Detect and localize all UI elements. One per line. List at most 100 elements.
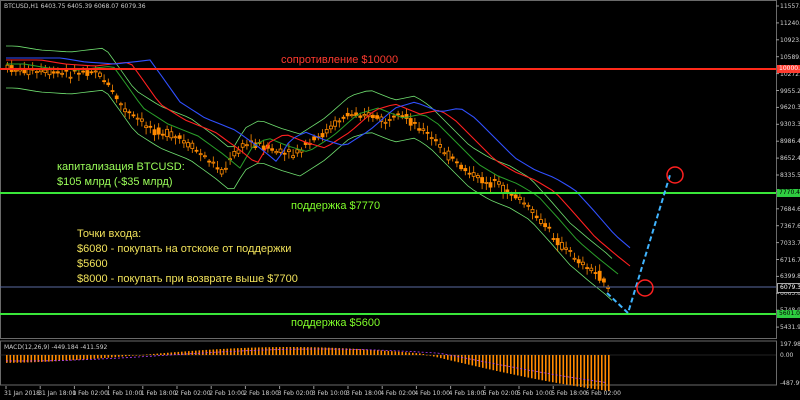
candle [433,139,438,142]
macd-bar [356,348,358,355]
macd-bar [76,355,78,360]
price-chart[interactable] [0,0,800,400]
macd-axis-label: -487.999 [780,380,800,387]
macd-bar [562,355,565,385]
macd-bar [191,350,194,355]
macd-bar [293,347,295,355]
candle [295,149,300,154]
macd-bar [468,355,470,365]
candle [131,114,136,117]
time-axis-label: 1 Feb 10:00 [106,390,143,397]
candle [560,242,564,250]
price-axis-label: 10589.15 [780,53,800,61]
candle [539,219,543,224]
price-axis-label: 7367.65 [780,222,800,230]
entry-line-3: $8000 - покупать при возврате выше $7700 [77,273,298,285]
price-axis-label: 11557.00 [780,3,800,10]
macd-bar [240,348,243,355]
candle [501,184,506,194]
candle [362,114,367,117]
macd-bar [317,347,320,355]
candle [572,257,577,260]
macd-bar [475,355,477,367]
support-7770-label: поддержка $7770 [291,200,381,212]
candle [219,169,224,175]
macd-bar [289,347,292,355]
target-circle [666,166,684,184]
macd-bar [153,353,155,355]
macd-bar [366,349,369,355]
candle [110,90,115,92]
candle [39,69,43,73]
candle [232,151,237,157]
candle [602,278,606,283]
macd-bar [198,350,201,355]
candle [5,64,10,69]
macd-bar [142,354,145,356]
candle [446,150,451,161]
candle [26,68,31,76]
macd-bar [412,352,414,355]
candle [530,208,535,213]
macd-bar [296,347,299,355]
candle [127,111,132,114]
macd-axis-label: 197.984 [780,341,800,348]
price-axis-label: 5431.95 [780,324,800,332]
macd-bar [471,355,474,366]
macd-bar [86,355,89,360]
candle [286,149,291,153]
price-axis-label: 10923.10 [780,36,800,44]
macd-bar [604,355,607,391]
macd-bar [419,353,421,355]
candle [606,286,610,289]
time-axis-label: 2 Feb 10:00 [209,390,245,397]
macd-label: MACD(12,26,9) -449.184 -411.592 [4,344,108,351]
candle [152,129,157,136]
macd-axis-label: 0.00 [780,352,794,359]
candle [160,133,165,136]
candle [417,128,422,131]
macd-bar [545,355,547,381]
macd-bar [272,347,274,355]
candle [471,172,476,177]
macd-bar [328,347,330,355]
candle [320,133,325,138]
macd-bar [496,355,498,371]
macd-bar [300,347,302,355]
macd-bar [216,349,218,355]
macd-bar [583,355,586,388]
macd-bar [167,352,169,355]
macd-bar [111,355,113,358]
price-tag: 10000.00 [777,65,800,73]
candle [543,223,547,228]
candle [181,140,186,144]
time-axis-label: 5 Feb 10:00 [517,390,553,397]
chart-window[interactable]: BTCUSD,H1 6403.75 6405.39 6068.07 6079.3… [0,0,800,400]
candle [324,129,329,134]
resistance-label: сопротивление $10000 [281,54,399,66]
candle [278,148,283,153]
candle [488,182,493,188]
macd-bar [261,347,264,355]
entry-title: Точки входа: [77,228,142,240]
candle [358,115,363,118]
candle [345,112,350,117]
macd-bar [559,355,561,384]
candle [102,80,106,83]
macd-bar [422,354,425,355]
candle [165,128,170,138]
macd-bar [121,355,124,357]
candle [333,120,338,127]
candle [518,196,522,201]
macd-bar [433,355,435,357]
macd-bar [286,347,288,355]
candle [551,238,556,240]
macd-bar [139,355,141,356]
macd-bar [457,355,460,363]
time-axis-label: 4 Feb 18:00 [448,390,485,397]
cap-label-line2: $105 млрд (-$35 млрд) [57,176,173,188]
macd-bar [527,355,530,378]
candle [51,71,56,74]
macd-bar [492,355,495,371]
candle [144,125,149,128]
